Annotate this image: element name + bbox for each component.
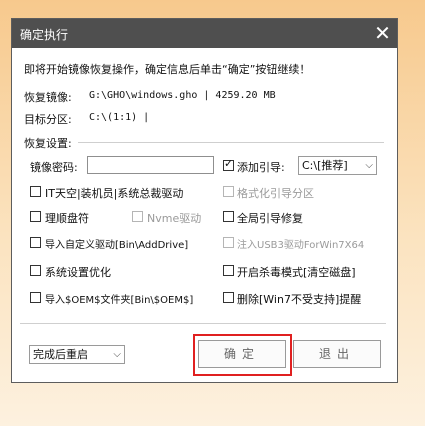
- ok-label: 确定: [223, 347, 260, 361]
- inject-usb3-checkbox[interactable]: [223, 237, 234, 248]
- boot-drive-select[interactable]: C:\[推荐] ⌵: [298, 156, 377, 175]
- password-label: 镜像密码:: [30, 161, 78, 174]
- remove-win7-checkbox[interactable]: [223, 292, 234, 303]
- global-boot-repair-label: 全局引导修复: [237, 212, 303, 225]
- antivirus-mode-checkbox[interactable]: [223, 265, 234, 276]
- sort-drive-checkbox[interactable]: [30, 211, 41, 222]
- target-label: 目标分区:: [24, 113, 72, 126]
- chevron-down-icon: ⌵: [113, 349, 121, 360]
- format-boot-label: 格式化引导分区: [237, 187, 314, 200]
- add-boot-label: 添加引导:: [237, 161, 285, 174]
- checkmark-icon: ✓: [224, 157, 234, 170]
- import-oem-label: 导入$OEM$文件夹[Bin\$OEM$]: [45, 295, 194, 306]
- image-label: 恢复镜像:: [24, 91, 72, 104]
- add-boot-checkbox[interactable]: ✓: [223, 157, 234, 171]
- cancel-label: 退出: [318, 347, 355, 361]
- ok-button[interactable]: 确定: [198, 340, 286, 368]
- password-input[interactable]: [87, 156, 214, 174]
- boot-drive-value: C:\[推荐]: [302, 159, 348, 172]
- import-oem-checkbox[interactable]: [30, 292, 41, 303]
- settings-divider: [78, 142, 384, 143]
- sys-optimize-label: 系统设置优化: [45, 266, 111, 279]
- image-value: G:\GHO\windows.gho | 4259.20 MB: [89, 90, 276, 101]
- after-action-value: 完成后重启: [33, 348, 88, 361]
- confirm-dialog: 确定执行 ✕ 即将开始镜像恢复操作，确定信息后单击“确定”按钮继续！ 恢复镜像:…: [11, 18, 398, 383]
- intro-text: 即将开始镜像恢复操作，确定信息后单击“确定”按钮继续！: [24, 63, 311, 76]
- cancel-button[interactable]: 退出: [293, 340, 381, 368]
- nvme-label: Nvme驱动: [147, 212, 202, 225]
- it-tiantong-checkbox[interactable]: [30, 186, 41, 197]
- close-icon: ✕: [374, 21, 391, 45]
- import-driver-label: 导入自定义驱动[Bin\AddDrive]: [45, 240, 189, 251]
- bottom-divider: [20, 323, 386, 324]
- antivirus-mode-label: 开启杀毒模式[清空磁盘]: [237, 266, 356, 279]
- format-boot-checkbox[interactable]: [223, 186, 234, 197]
- global-boot-repair-checkbox[interactable]: [223, 211, 234, 222]
- title-bar: 确定执行 ✕: [12, 19, 397, 48]
- window-title: 确定执行: [20, 28, 69, 42]
- inject-usb3-label: 注入USB3驱动ForWin7X64: [237, 240, 365, 251]
- target-value: C:\(1:1) |: [89, 112, 150, 123]
- it-tiantong-label: IT天空|装机员|系统总裁驱动: [45, 187, 184, 200]
- settings-title: 恢复设置:: [24, 137, 72, 150]
- import-driver-checkbox[interactable]: [30, 237, 41, 248]
- close-button[interactable]: ✕: [368, 19, 397, 48]
- after-action-select[interactable]: 完成后重启 ⌵: [29, 345, 125, 364]
- nvme-checkbox[interactable]: [132, 211, 143, 222]
- sort-drive-label: 理顺盘符: [45, 212, 89, 225]
- sys-optimize-checkbox[interactable]: [30, 265, 41, 276]
- chevron-down-icon: ⌵: [365, 160, 373, 171]
- remove-win7-label: 删除[Win7不受支持]提醒: [237, 293, 362, 306]
